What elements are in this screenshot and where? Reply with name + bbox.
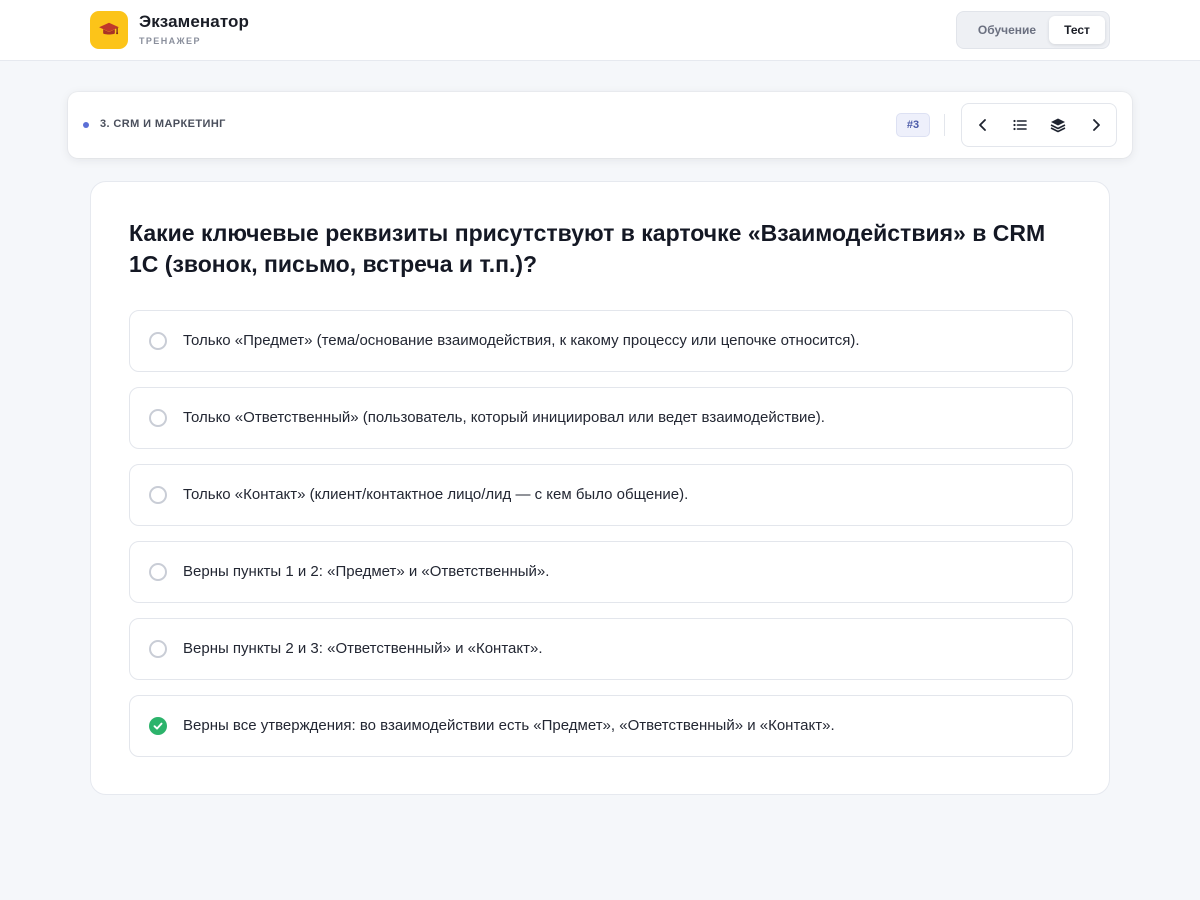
answer-option-text: Верны пункты 2 и 3: «Ответственный» и «К… — [183, 640, 543, 657]
radio-button-checked[interactable] — [149, 717, 167, 735]
question-card: Какие ключевые реквизиты присутствуют в … — [90, 181, 1110, 795]
radio-button[interactable] — [149, 332, 167, 350]
answer-option-selected[interactable]: Верны все утверждения: во взаимодействии… — [129, 695, 1073, 757]
question-text: Какие ключевые реквизиты присутствуют в … — [129, 220, 1046, 277]
topic-bar: 3. CRM И МАРКЕТИНГ #3 — [68, 92, 1132, 158]
graduation-cap-icon — [99, 22, 119, 35]
radio-button[interactable] — [149, 640, 167, 658]
mode-learn-button[interactable]: Обучение — [963, 16, 1051, 44]
divider — [944, 114, 945, 136]
app-title: Экзаменатор — [139, 12, 250, 31]
answer-option-text: Только «Предмет» (тема/основание взаимод… — [183, 332, 860, 349]
layers-button[interactable] — [1039, 104, 1077, 146]
app-logo[interactable] — [90, 11, 128, 49]
mode-test-button[interactable]: Тест — [1049, 16, 1105, 44]
check-icon — [153, 722, 163, 730]
answer-option-text: Верны все утверждения: во взаимодействии… — [183, 717, 835, 734]
layers-icon — [1050, 118, 1066, 133]
radio-button[interactable] — [149, 563, 167, 581]
answer-option-text: Только «Ответственный» (пользователь, ко… — [183, 409, 825, 426]
answer-option[interactable]: Только «Контакт» (клиент/контактное лицо… — [129, 464, 1073, 526]
prev-question-button[interactable] — [964, 104, 1002, 146]
question-list-button[interactable] — [1001, 104, 1039, 146]
chevron-left-icon — [979, 119, 986, 131]
topic-dot-icon — [83, 122, 89, 128]
answer-option-text: Только «Контакт» (клиент/контактное лицо… — [183, 486, 689, 503]
answer-option-text: Верны пункты 1 и 2: «Предмет» и «Ответст… — [183, 563, 550, 580]
topic-label: 3. CRM И МАРКЕТИНГ — [100, 118, 226, 130]
question-nav — [961, 103, 1117, 147]
next-question-button[interactable] — [1077, 104, 1115, 146]
answer-option[interactable]: Верны пункты 2 и 3: «Ответственный» и «К… — [129, 618, 1073, 680]
question-number-badge: #3 — [896, 113, 930, 137]
list-icon — [1013, 119, 1027, 131]
answer-option[interactable]: Только «Предмет» (тема/основание взаимод… — [129, 310, 1073, 372]
answer-option[interactable]: Верны пункты 1 и 2: «Предмет» и «Ответст… — [129, 541, 1073, 603]
chevron-right-icon — [1093, 119, 1100, 131]
mode-switch: Обучение Тест — [956, 11, 1110, 49]
radio-button[interactable] — [149, 486, 167, 504]
radio-button[interactable] — [149, 409, 167, 427]
app-subtitle: ТРЕНАЖЕР — [139, 36, 201, 46]
answer-option[interactable]: Только «Ответственный» (пользователь, ко… — [129, 387, 1073, 449]
app-header: Экзаменатор ТРЕНАЖЕР Обучение Тест — [0, 0, 1200, 61]
